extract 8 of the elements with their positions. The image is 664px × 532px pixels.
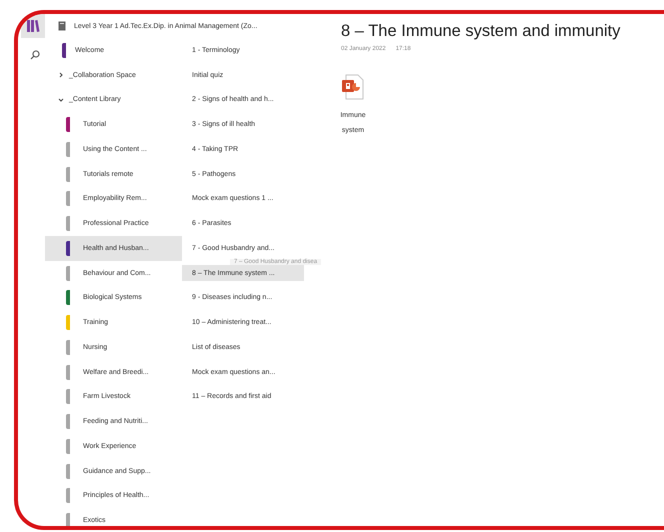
search-icon[interactable] (30, 50, 40, 60)
notebooks-button[interactable] (21, 14, 45, 38)
page-title: 8 – The Immune system and immunity (341, 22, 622, 41)
notebook-icon (58, 21, 66, 31)
presentation-file-icon[interactable] (341, 74, 365, 100)
chevron-down-icon[interactable] (58, 96, 64, 103)
books-icon (26, 19, 40, 33)
chevron-right-icon[interactable] (58, 72, 64, 78)
